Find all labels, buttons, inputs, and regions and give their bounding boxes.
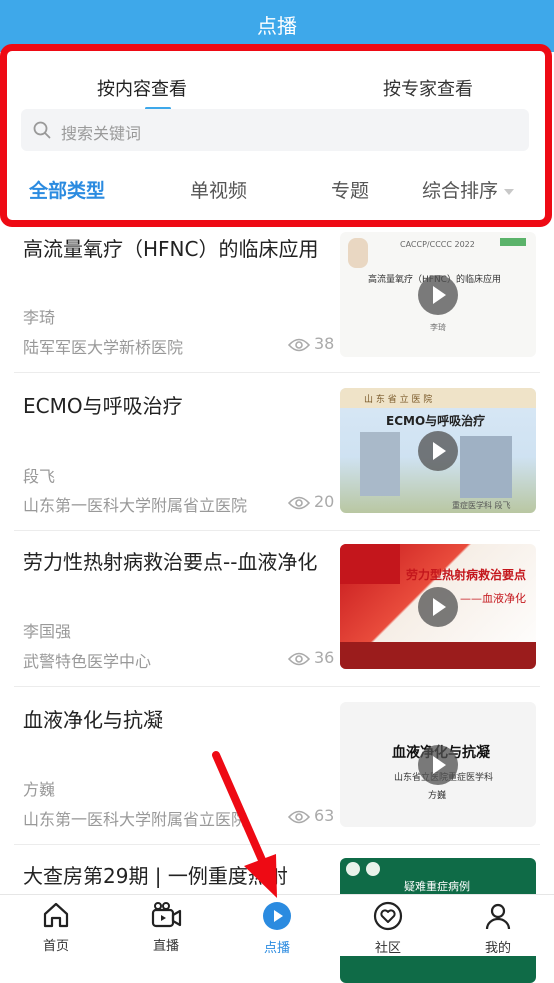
play-circle-icon (263, 902, 291, 930)
tab-by-expert[interactable]: 按专家查看 (383, 75, 473, 101)
nav-label: 直播 (152, 939, 179, 954)
video-org: 山东第一医科大学附属省立医院 (23, 496, 248, 515)
logo-badge (366, 862, 380, 876)
video-org: 武警特色医学中心 (23, 652, 152, 671)
thumb-footer-graphic (340, 642, 536, 669)
nav-vod[interactable]: 点播 (237, 901, 317, 956)
nav-live[interactable]: 直播 (126, 901, 206, 954)
profile-icon (485, 903, 511, 930)
play-icon (418, 745, 458, 785)
video-author: 李国强 (23, 622, 72, 641)
view-tabs: 按内容查看 按专家查看 (21, 63, 541, 111)
video-author: 李琦 (23, 308, 56, 327)
sort-label: 综合排序 (422, 180, 499, 202)
play-icon (418, 431, 458, 471)
nav-label: 点播 (263, 941, 290, 956)
view-count: 20 (287, 492, 335, 511)
view-count: 36 (287, 648, 335, 667)
eye-icon (287, 496, 311, 510)
thumb-author: 李琦 (430, 323, 446, 332)
video-author: 段飞 (23, 467, 56, 486)
eye-icon (287, 652, 311, 666)
view-count-value: 36 (314, 648, 335, 667)
thumb-header: 山 东 省 立 医 院 (364, 395, 433, 405)
view-count-value: 63 (314, 806, 335, 825)
video-thumbnail[interactable]: 血液净化与抗凝 山东省立医院重症医学科 方巍 (340, 702, 536, 827)
play-icon (418, 275, 458, 315)
view-count: 63 (287, 806, 335, 825)
video-title: 大查房第29期 | 一例重度热射 (23, 864, 288, 888)
speaker-photo (348, 238, 368, 268)
nav-label: 首页 (42, 939, 69, 954)
video-org: 陆军军医大学新桥医院 (23, 338, 184, 357)
video-thumbnail[interactable]: CACCP/CCCC 2022 高流量氧疗（HFNC）的临床应用 李琦 (340, 232, 536, 357)
chevron-down-icon (504, 188, 515, 195)
eye-icon (287, 810, 311, 824)
flag-graphic (340, 544, 400, 584)
nav-community[interactable]: 社区 (348, 901, 428, 956)
nav-profile[interactable]: 我的 (458, 901, 538, 956)
live-camera-icon (151, 902, 182, 928)
video-title: 血液净化与抗凝 (23, 708, 163, 732)
search-placeholder: 搜索关键词 (61, 124, 142, 143)
thumb-subtitle: ——血液净化 (460, 592, 526, 605)
thumb-title: 劳力型热射病救治要点 (406, 568, 527, 582)
video-title: 劳力性热射病救治要点--血液净化 (23, 550, 318, 574)
filter-panel-highlight: 按内容查看 按专家查看 搜索关键词 全部类型 单视频 专题 综合排序 (0, 44, 552, 227)
building-left (360, 432, 400, 496)
logo-badge (500, 238, 526, 246)
video-thumbnail[interactable]: 劳力型热射病救治要点 ——血液净化 (340, 544, 536, 669)
play-icon (418, 587, 458, 627)
video-org: 山东第一医科大学附属省立医院 (23, 810, 248, 829)
video-title: ECMO与呼吸治疗 (23, 394, 183, 418)
video-title: 高流量氧疗（HFNC）的临床应用 (23, 237, 319, 261)
category-topic[interactable]: 专题 (331, 176, 369, 203)
thumb-header: CACCP/CCCC 2022 (400, 240, 475, 249)
thumb-title: 疑难重症病例 (404, 880, 470, 893)
list-item[interactable]: 血液净化与抗凝 方巍 山东第一医科大学附属省立医院 63 血液净化与抗凝 山东省… (14, 686, 540, 845)
video-thumbnail[interactable]: 山 东 省 立 医 院 ECMO与呼吸治疗 重症医学科 段飞 (340, 388, 536, 513)
category-all-types[interactable]: 全部类型 (29, 176, 105, 203)
logo-badge (346, 862, 360, 876)
tab-by-content[interactable]: 按内容查看 (97, 75, 187, 101)
page-title: 点播 (257, 14, 297, 38)
search-icon (33, 121, 51, 139)
thumb-author: 方巍 (428, 791, 447, 801)
category-single-video[interactable]: 单视频 (190, 176, 247, 203)
list-item[interactable]: 劳力性热射病救治要点--血液净化 李国强 武警特色医学中心 36 劳力型热射病救… (14, 530, 540, 687)
view-count-value: 20 (314, 492, 335, 511)
thumb-footer: 重症医学科 段飞 (452, 501, 511, 510)
nav-label: 我的 (484, 941, 511, 956)
list-item[interactable]: ECMO与呼吸治疗 段飞 山东第一医科大学附属省立医院 20 山 东 省 立 医… (14, 372, 540, 531)
community-heart-icon (373, 901, 403, 931)
list-item[interactable]: 高流量氧疗（HFNC）的临床应用 李琦 陆军军医大学新桥医院 38 CACCP/… (14, 228, 540, 373)
bottom-navigation: 首页 直播 点播 社区 我的 (0, 894, 554, 956)
view-count-value: 38 (314, 334, 335, 353)
search-input[interactable]: 搜索关键词 (21, 109, 529, 151)
thumb-title: ECMO与呼吸治疗 (386, 414, 486, 428)
eye-icon (287, 338, 311, 352)
nav-label: 社区 (374, 941, 401, 956)
home-icon (43, 902, 69, 928)
view-count: 38 (287, 334, 335, 353)
building-right (460, 436, 512, 498)
sort-dropdown[interactable]: 综合排序 (422, 176, 515, 203)
nav-home[interactable]: 首页 (16, 901, 96, 954)
video-author: 方巍 (23, 780, 56, 799)
